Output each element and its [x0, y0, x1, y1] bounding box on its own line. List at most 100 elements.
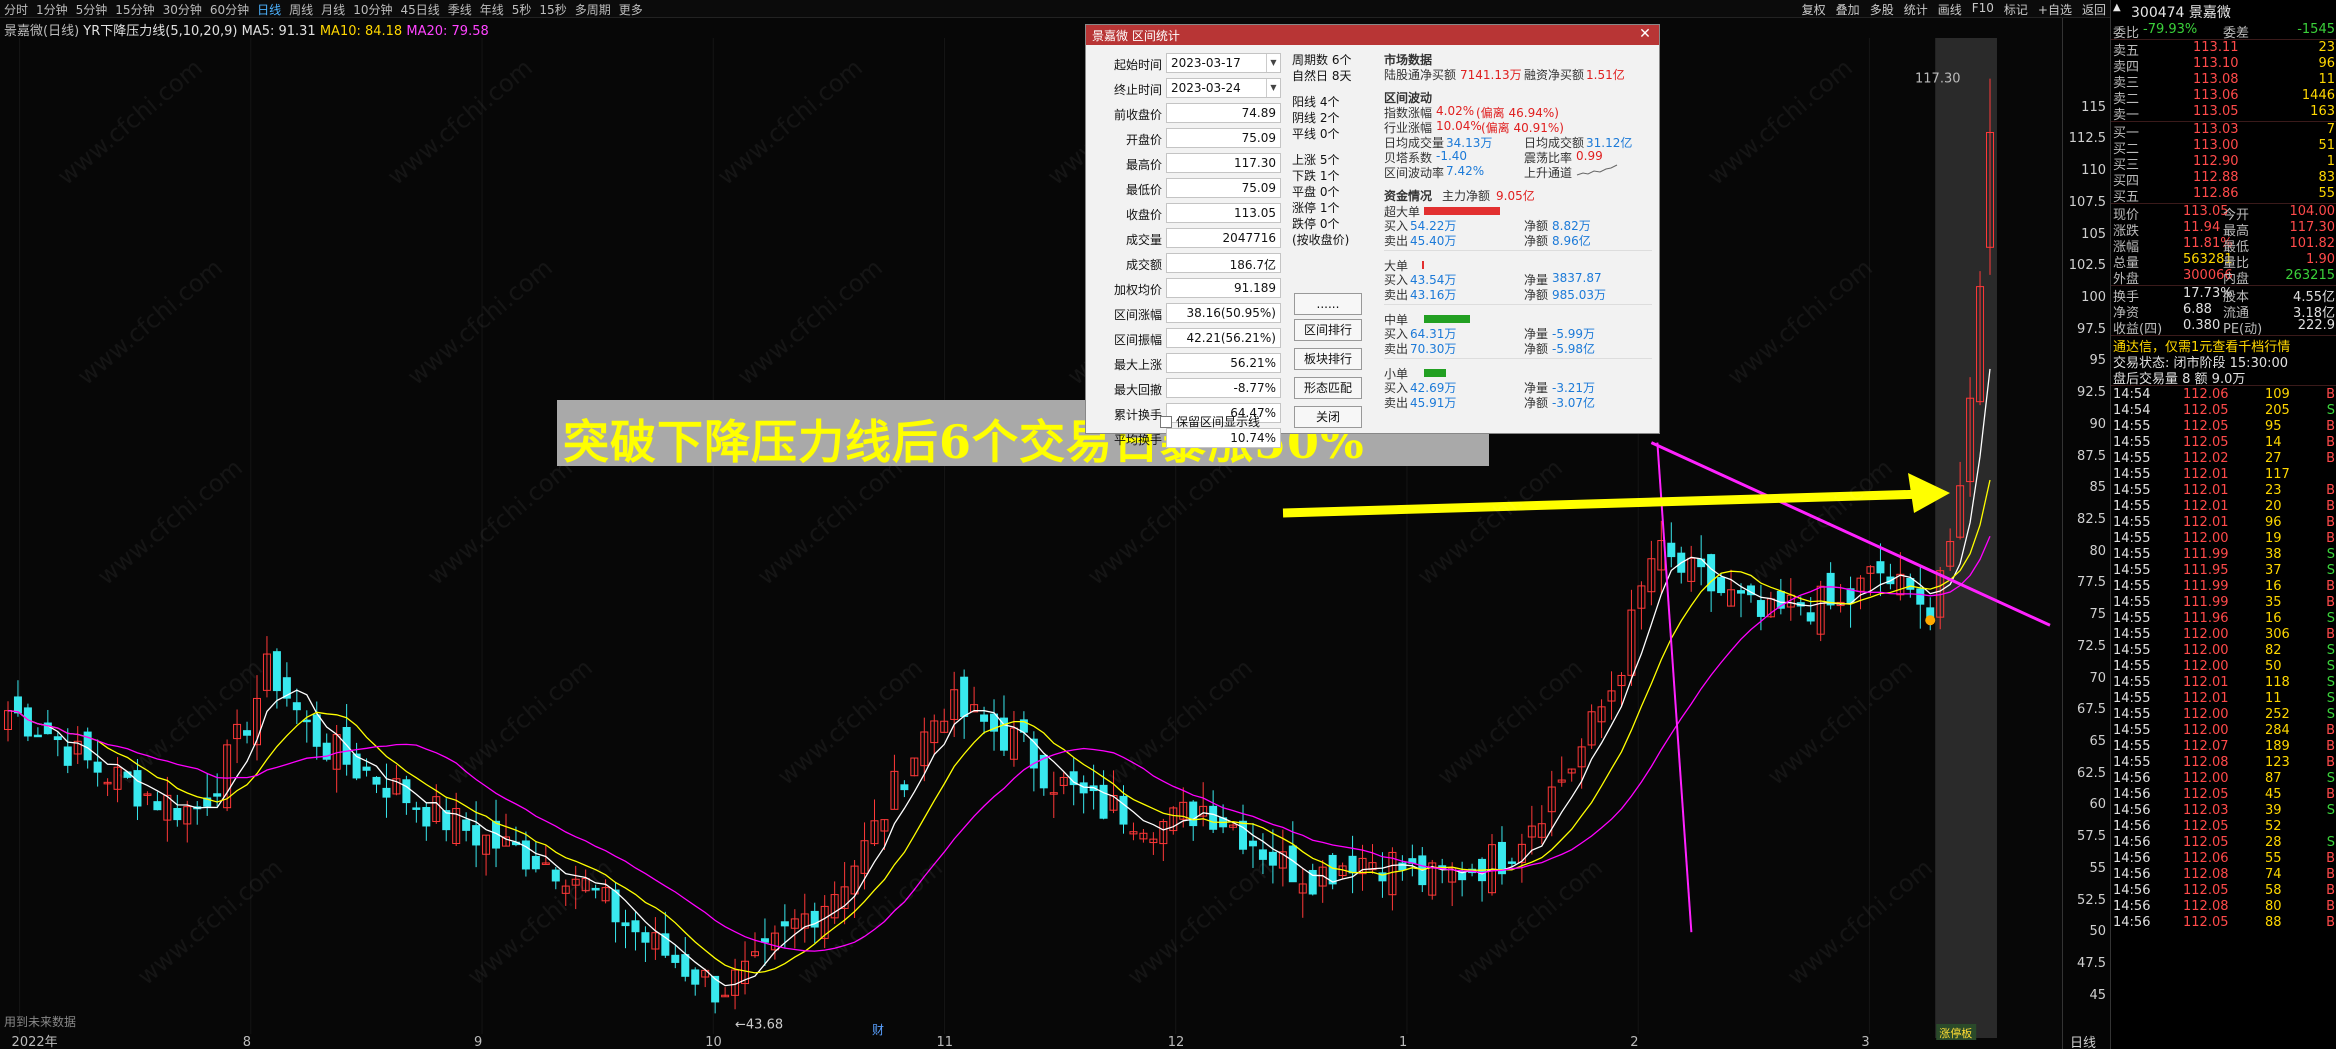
- range-rank-button[interactable]: 区间排行: [1294, 319, 1362, 341]
- date-picker[interactable]: 2023-03-24 ▼: [1166, 78, 1281, 98]
- order-diff-value: -1545: [2297, 22, 2335, 37]
- stock-code-name[interactable]: 300474 景嘉微: [2131, 2, 2231, 22]
- period-tab[interactable]: 年线: [480, 1, 504, 18]
- candle-body: [213, 793, 222, 797]
- stat-value: 1.90: [2306, 252, 2335, 267]
- candle-body: [382, 787, 391, 798]
- tool-button[interactable]: 叠加: [1836, 1, 1860, 18]
- field-value: 186.7亿: [1166, 253, 1281, 273]
- period-tab[interactable]: 30分钟: [163, 1, 202, 18]
- stat-value: 0.380: [2183, 318, 2221, 333]
- tick-time: 14:56: [2113, 851, 2151, 866]
- tick-side: S: [2326, 643, 2335, 658]
- tool-button[interactable]: 多股: [1870, 1, 1894, 18]
- period-tab[interactable]: 季线: [448, 1, 472, 18]
- dialog-titlebar[interactable]: 景嘉微 区间统计 ✕: [1086, 25, 1659, 45]
- tick-price: 112.00: [2183, 723, 2229, 738]
- field-row: 区间振幅 42.21(56.21%): [1090, 326, 1290, 351]
- period-tab[interactable]: 更多: [619, 1, 643, 18]
- pattern-match-button[interactable]: 形态匹配: [1294, 377, 1362, 399]
- close-icon[interactable]: ✕: [1637, 26, 1653, 42]
- sell-value: 45.40万: [1410, 234, 1457, 248]
- ask-price: 113.11: [2193, 40, 2239, 55]
- quote-panel: ▲ 300474 景嘉微 委比 -79.93% 委差 -1545 卖五 113.11 23 卖…: [2110, 0, 2336, 1049]
- tick-volume: 16: [2265, 611, 2282, 626]
- tick-price: 111.99: [2183, 547, 2229, 562]
- tick-row: 14:55 111.96 16 S: [2113, 611, 2336, 627]
- ask-price: 113.10: [2193, 56, 2239, 71]
- tool-button[interactable]: F10: [1972, 1, 1994, 18]
- sector-rank-button[interactable]: 板块排行: [1294, 348, 1362, 370]
- period-tab[interactable]: 15分钟: [115, 1, 154, 18]
- period-tab[interactable]: 多周期: [575, 1, 611, 18]
- bid-price: 112.88: [2193, 170, 2239, 185]
- tick-row: 14:55 112.00 306 B: [2113, 627, 2336, 643]
- kline-chart[interactable]: 117.30 ←43.68 用到未来数据 2022年 8 9 10 11 12 1 2 3 财涨停板 景…: [0, 18, 2062, 1049]
- candle-body: [1707, 554, 1716, 592]
- tick-volume: 80: [2265, 899, 2282, 914]
- tick-row: 14:55 111.99 16 B: [2113, 579, 2336, 595]
- period-tab[interactable]: 月线: [321, 1, 345, 18]
- more-button[interactable]: ......: [1294, 293, 1362, 315]
- candle-body: [1916, 588, 1925, 605]
- tool-button[interactable]: 返回: [2082, 1, 2106, 18]
- afterhours-row: 盘后交易量 8 额 9.0万: [2113, 368, 2336, 387]
- sell-value: 45.91万: [1410, 396, 1457, 410]
- tick-row: 14:56 112.08 80 B: [2113, 899, 2336, 915]
- tick-row: 14:56 112.05 52: [2113, 819, 2336, 835]
- ma20-label: MA20: 79.58: [406, 24, 489, 39]
- dropdown-arrow-icon[interactable]: ▼: [1266, 54, 1280, 72]
- tool-button[interactable]: 复权: [1802, 1, 1826, 18]
- period-tab[interactable]: 1分钟: [36, 1, 68, 18]
- period-tab[interactable]: 5分钟: [76, 1, 108, 18]
- tick-row: 14:55 112.01 11 S: [2113, 691, 2336, 707]
- ask-volume: 163: [2310, 104, 2335, 119]
- tool-button[interactable]: 统计: [1904, 1, 1928, 18]
- up-count: 上涨 5个: [1292, 153, 1340, 167]
- dropdown-arrow-icon[interactable]: ▼: [1266, 79, 1280, 97]
- checkbox-icon[interactable]: [1160, 416, 1172, 428]
- candle-body: [780, 921, 789, 927]
- indicator-formula[interactable]: YR下降压力线(5,10,20,9): [83, 24, 237, 39]
- period-tab[interactable]: 周线: [289, 1, 313, 18]
- tool-button[interactable]: +自选: [2038, 1, 2072, 18]
- finance-marker-icon[interactable]: 财: [872, 1023, 884, 1037]
- field-row: 最大上涨 56.21%: [1090, 351, 1290, 376]
- candle-body: [1826, 572, 1835, 606]
- bid-price: 112.90: [2193, 154, 2239, 169]
- period-toolbar: 分时 1分钟 5分钟 15分钟 30分钟 60分钟 日线 周线 月线 10分钟 45日线 季线 年线 5秒…: [0, 0, 2110, 18]
- kline-svg[interactable]: 117.30←43.68用到未来数据2022年 8 9 10 11 12 1 2 3财 涨停板: [0, 18, 2062, 1049]
- period-tab[interactable]: 5秒: [512, 1, 532, 18]
- y-tick: 72.5: [2077, 638, 2106, 654]
- hk-value: 7141.13万: [1460, 68, 1522, 82]
- period-tab[interactable]: 15秒: [539, 1, 566, 18]
- ask-volume: 1446: [2301, 88, 2335, 103]
- period-tab[interactable]: 45日线: [400, 1, 439, 18]
- tick-side: B: [2326, 419, 2335, 434]
- date-picker[interactable]: 2023-03-17 ▼: [1166, 53, 1281, 73]
- tick-side: B: [2326, 915, 2335, 930]
- period-tab[interactable]: 60分钟: [210, 1, 249, 18]
- period-tab[interactable]: 分时: [4, 1, 28, 18]
- period-tab[interactable]: 日线: [257, 1, 281, 18]
- field-label: 区间涨幅: [1113, 308, 1162, 322]
- field-value: 56.21%: [1166, 353, 1281, 373]
- tick-price: 112.05: [2183, 819, 2229, 834]
- field-label: 平均换手: [1113, 433, 1162, 447]
- limit-up-count: 涨停 1个: [1292, 201, 1340, 215]
- field-text: 56.21%: [1230, 356, 1276, 370]
- candle-body: [1119, 795, 1128, 825]
- tick-volume: 189: [2265, 739, 2290, 754]
- period-tab[interactable]: 10分钟: [353, 1, 392, 18]
- tool-button[interactable]: 画线: [1938, 1, 1962, 18]
- tick-row: 14:55 112.00 50 S: [2113, 659, 2336, 675]
- keep-range-checkbox[interactable]: 保留区间显示线: [1160, 413, 1260, 430]
- tool-button[interactable]: 标记: [2004, 1, 2028, 18]
- field-text: 91.189: [1234, 281, 1276, 295]
- tick-volume: 88: [2265, 915, 2282, 930]
- tick-side: B: [2326, 435, 2335, 450]
- order-ratio-row: 委比 -79.93% 委差 -1545: [2113, 22, 2336, 41]
- close-button[interactable]: 关闭: [1294, 406, 1362, 428]
- signal-dot-icon: [1925, 615, 1936, 626]
- tick-volume: 252: [2265, 707, 2290, 722]
